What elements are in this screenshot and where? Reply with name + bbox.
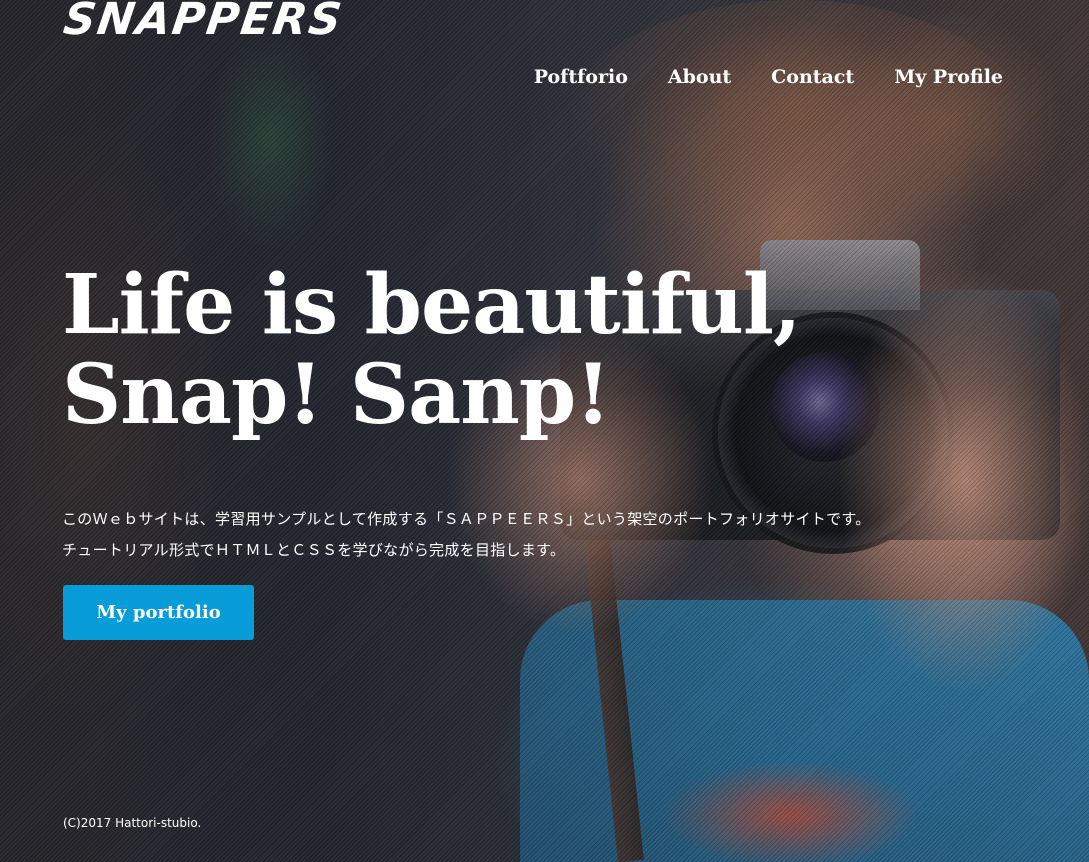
- headline-line-2: Snap! Sanp!: [62, 347, 611, 443]
- hero-section: SNAPPERS Poftforio About Contact My Prof…: [0, 0, 1089, 862]
- nav-link-my-profile[interactable]: My Profile: [894, 66, 1003, 88]
- description-line-2: チュートリアル形式でＨＴＭＬとＣＳＳを学びながら完成を目指します。: [62, 541, 566, 559]
- nav-link-contact[interactable]: Contact: [771, 66, 854, 88]
- copyright-text: (C)2017 Hattori-stubio.: [63, 816, 202, 830]
- my-portfolio-button[interactable]: My portfolio: [63, 585, 254, 640]
- headline-line-1: Life is beautiful,: [62, 257, 802, 353]
- nav-link-portfolio[interactable]: Poftforio: [534, 66, 628, 88]
- nav-link-about[interactable]: About: [668, 66, 731, 88]
- hero-description: このＷｅｂサイトは、学習用サンプルとして作成する「ＳＡＰＰＥＥＲＳ」という架空の…: [62, 504, 871, 566]
- description-line-1: このＷｅｂサイトは、学習用サンプルとして作成する「ＳＡＰＰＥＥＲＳ」という架空の…: [62, 510, 871, 528]
- site-logo[interactable]: SNAPPERS: [60, 0, 346, 45]
- main-nav: Poftforio About Contact My Profile: [534, 66, 1003, 88]
- hero-headline: Life is beautiful, Snap! Sanp!: [62, 257, 802, 443]
